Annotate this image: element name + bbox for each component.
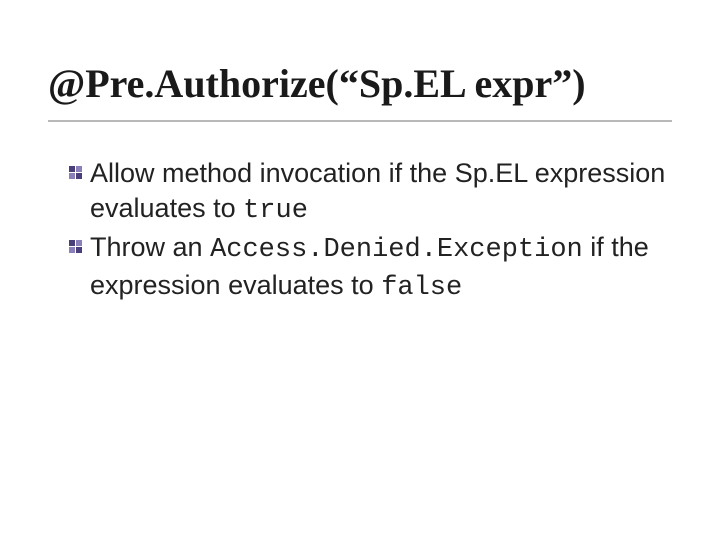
- text-run: Throw an: [90, 232, 210, 262]
- text-run: Allow method invocation if the Sp.EL exp…: [90, 158, 665, 223]
- list-item: Allow method invocation if the Sp.EL exp…: [68, 156, 672, 228]
- bullet-icon: [68, 165, 84, 181]
- bullet-text: Throw an Access.Denied.Exception if the …: [90, 230, 672, 305]
- list-item: Throw an Access.Denied.Exception if the …: [68, 230, 672, 305]
- bullet-text: Allow method invocation if the Sp.EL exp…: [90, 156, 672, 228]
- slide-body: Allow method invocation if the Sp.EL exp…: [48, 156, 672, 305]
- code-run: true: [243, 196, 308, 226]
- code-run: Access.Denied.Exception: [210, 235, 583, 265]
- slide-title: @Pre.Authorize(“Sp.EL expr”): [48, 62, 672, 122]
- code-run: false: [381, 273, 462, 303]
- bullet-icon: [68, 239, 84, 255]
- slide: @Pre.Authorize(“Sp.EL expr”) Allow metho…: [0, 0, 720, 540]
